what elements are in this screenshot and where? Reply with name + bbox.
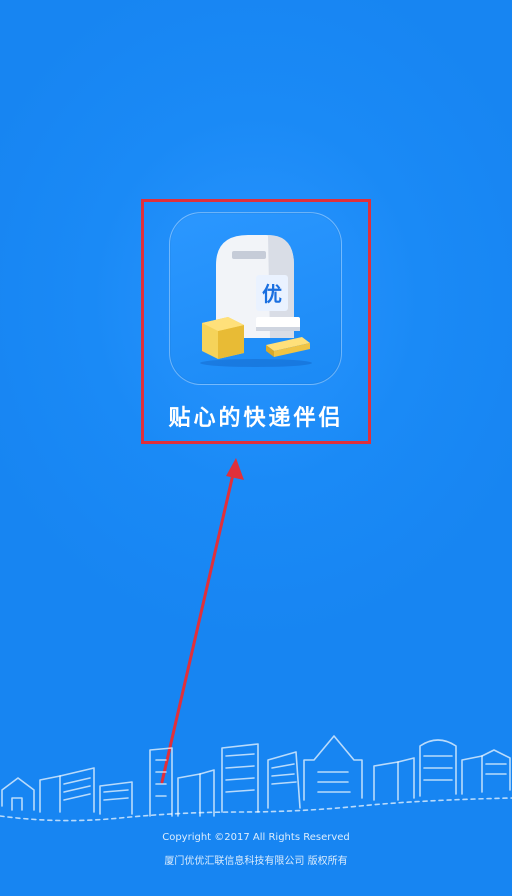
copyright-text: Copyright ©2017 All Rights Reserved (162, 832, 350, 843)
splash-screen: 优 贴心的快递伴侣 Copyright ©2017 All Rights Res… (0, 0, 512, 896)
city-skyline-illustration (0, 735, 512, 822)
company-text: 厦门优优汇联信息科技有限公司 版权所有 (164, 856, 348, 867)
